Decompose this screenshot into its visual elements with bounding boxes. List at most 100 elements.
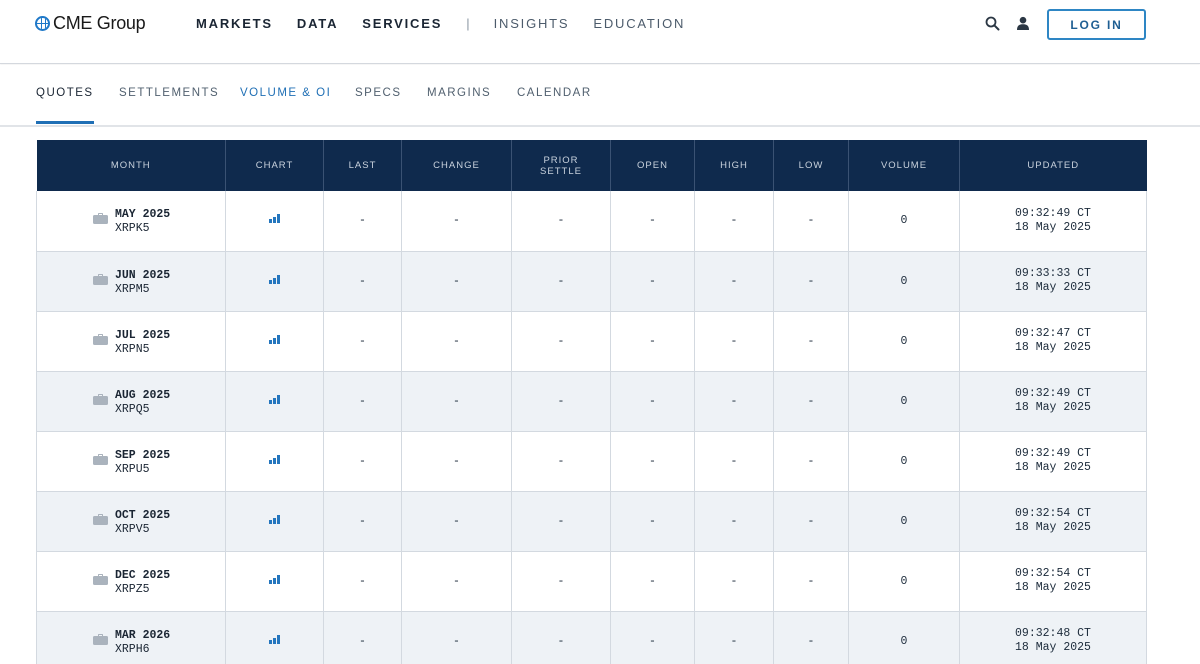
contract-month[interactable]: SEP 2025 — [115, 449, 170, 463]
open-value: - — [610, 551, 695, 612]
updated-time: 09:32:47 CT — [1015, 327, 1091, 340]
high-value: - — [694, 311, 774, 372]
col-header-month[interactable]: MONTH — [36, 140, 226, 191]
tab-specs[interactable]: SPECS — [355, 87, 402, 99]
updated-time: 09:32:54 CT — [1015, 507, 1091, 520]
contract-month[interactable]: OCT 2025 — [115, 509, 170, 523]
nav-markets[interactable]: MARKETS — [196, 16, 273, 31]
nav-separator: | — [466, 16, 470, 31]
col-header-open[interactable]: OPEN — [610, 140, 695, 191]
updated-date: 18 May 2025 — [1015, 581, 1091, 594]
nav-education[interactable]: EDUCATION — [593, 16, 685, 31]
open-value: - — [610, 191, 695, 252]
col-header-last[interactable]: LAST — [323, 140, 402, 191]
bar-chart-icon[interactable] — [269, 394, 280, 404]
high-value: - — [694, 191, 774, 252]
contract-month[interactable]: AUG 2025 — [115, 389, 170, 403]
volume-value: 0 — [848, 311, 960, 372]
last-value: - — [323, 431, 402, 492]
volume-value: 0 — [848, 551, 960, 612]
open-value: - — [610, 611, 695, 664]
high-value: - — [694, 611, 774, 664]
col-header-prior-settle[interactable]: PRIOR SETTLE — [511, 140, 611, 191]
updated-time: 09:32:49 CT — [1015, 387, 1091, 400]
chart-cell — [225, 611, 324, 664]
updated-date: 18 May 2025 — [1015, 401, 1091, 414]
volume-value: 0 — [848, 251, 960, 312]
updated-cell: 09:33:33 CT 18 May 2025 — [959, 251, 1147, 312]
change-value: - — [401, 251, 512, 312]
bar-chart-icon[interactable] — [269, 274, 280, 284]
tab-settlements[interactable]: SETTLEMENTS — [119, 87, 219, 99]
last-value: - — [323, 251, 402, 312]
bar-chart-icon[interactable] — [269, 634, 280, 644]
login-button[interactable]: LOG IN — [1047, 9, 1146, 40]
table-header-row: MONTH CHART LAST CHANGE PRIOR SETTLE OPEN… — [36, 140, 1147, 191]
prior-settle-value: - — [511, 371, 611, 432]
prior-settle-value: - — [511, 251, 611, 312]
user-icon[interactable] — [1016, 16, 1030, 31]
contract-code: XRPV5 — [115, 522, 150, 536]
nav-insights[interactable]: INSIGHTS — [494, 16, 570, 31]
contract-month[interactable]: JUL 2025 — [115, 329, 170, 343]
tab-quotes[interactable]: QUOTES — [36, 87, 94, 124]
nav-data[interactable]: DATA — [297, 16, 338, 31]
prior-settle-value: - — [511, 491, 611, 552]
briefcase-icon — [93, 633, 108, 645]
updated-time: 09:32:49 CT — [1015, 447, 1091, 460]
change-value: - — [401, 611, 512, 664]
updated-time: 09:32:48 CT — [1015, 627, 1091, 640]
open-value: - — [610, 251, 695, 312]
quotes-table: MONTH CHART LAST CHANGE PRIOR SETTLE OPEN… — [36, 140, 1147, 664]
contract-code: XRPN5 — [115, 342, 150, 356]
col-header-volume[interactable]: VOLUME — [848, 140, 960, 191]
col-header-high[interactable]: HIGH — [694, 140, 774, 191]
open-value: - — [610, 371, 695, 432]
low-value: - — [773, 551, 849, 612]
contract-month[interactable]: MAR 2026 — [115, 629, 170, 643]
bar-chart-icon[interactable] — [269, 334, 280, 344]
logo-text: CME Group — [53, 12, 146, 33]
product-tabs: QUOTES SETTLEMENTS VOLUME & OI SPECS MAR… — [0, 65, 1200, 127]
contract-month[interactable]: JUN 2025 — [115, 269, 170, 283]
prior-settle-value: - — [511, 311, 611, 372]
table-row: AUG 2025 XRPQ5- - - - - -0 09:32:49 CT 18 May 20… — [36, 371, 1147, 432]
bar-chart-icon[interactable] — [269, 514, 280, 524]
col-header-low[interactable]: LOW — [773, 140, 849, 191]
bar-chart-icon[interactable] — [269, 574, 280, 584]
contract-month[interactable]: MAY 2025 — [115, 208, 170, 222]
last-value: - — [323, 371, 402, 432]
cme-group-logo[interactable]: CME Group — [35, 12, 146, 34]
table-row: JUN 2025 XRPM5- - - - - -0 09:33:33 CT 18 May 20… — [36, 251, 1147, 312]
contract-month[interactable]: DEC 2025 — [115, 569, 170, 583]
prior-settle-value: - — [511, 611, 611, 664]
last-value: - — [323, 311, 402, 372]
tab-calendar[interactable]: CALENDAR — [517, 87, 592, 99]
col-header-updated[interactable]: UPDATED — [959, 140, 1147, 191]
updated-cell: 09:32:54 CT 18 May 2025 — [959, 491, 1147, 552]
last-value: - — [323, 191, 402, 252]
last-value: - — [323, 491, 402, 552]
bar-chart-icon[interactable] — [269, 454, 280, 464]
month-cell: MAR 2026 XRPH6 — [36, 611, 226, 664]
low-value: - — [773, 611, 849, 664]
nav-services[interactable]: SERVICES — [362, 16, 442, 31]
low-value: - — [773, 491, 849, 552]
col-header-change[interactable]: CHANGE — [401, 140, 512, 191]
updated-date: 18 May 2025 — [1015, 461, 1091, 474]
tab-volume-oi[interactable]: VOLUME & OI — [240, 87, 331, 99]
change-value: - — [401, 551, 512, 612]
bar-chart-icon[interactable] — [269, 214, 280, 224]
volume-value: 0 — [848, 191, 960, 252]
low-value: - — [773, 191, 849, 252]
search-icon[interactable] — [985, 16, 1000, 31]
chart-cell — [225, 311, 324, 372]
month-cell: SEP 2025 XRPU5 — [36, 431, 226, 492]
updated-date: 18 May 2025 — [1015, 220, 1091, 234]
updated-date: 18 May 2025 — [1015, 521, 1091, 534]
updated-time: 09:32:54 CT — [1015, 567, 1091, 580]
table-row: JUL 2025 XRPN5- - - - - -0 09:32:47 CT 18 May 20… — [36, 311, 1147, 372]
tab-margins[interactable]: MARGINS — [427, 87, 491, 99]
low-value: - — [773, 431, 849, 492]
month-cell: JUL 2025 XRPN5 — [36, 311, 226, 372]
